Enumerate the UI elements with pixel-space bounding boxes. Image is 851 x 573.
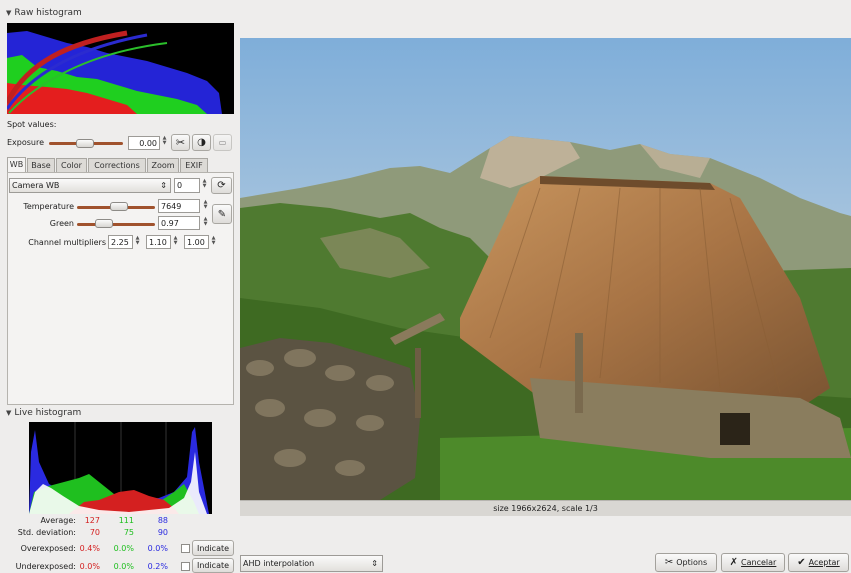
underexposed-indicate-checkbox[interactable] [181,562,190,571]
temperature-field[interactable]: 7649 [158,199,200,213]
overexposed-red: 0.4% [79,544,100,553]
green-field[interactable]: 0.97 [158,216,200,230]
tab-corrections[interactable]: Corrections [88,158,146,172]
stddev-label: Std. deviation: [17,528,76,537]
live-histogram-header[interactable]: ▼ Live histogram [6,408,81,418]
wb-preset-spin[interactable]: ▲ ▼ [201,179,208,189]
tab-zoom[interactable]: Zoom [147,158,179,172]
multiplier-blue-field[interactable]: 1.00 [184,235,209,249]
overexposed-blue: 0.0% [147,544,168,553]
combo-arrows-icon: ⇕ [371,559,378,568]
wb-preset-combo[interactable]: Camera WB ⇕ [9,178,171,193]
wb-preset-value: Camera WB [12,181,60,190]
stddev-green: 75 [123,528,134,537]
exposure-spin[interactable]: ▲ ▼ [161,136,168,146]
eyedropper-icon: ✎ [217,208,227,220]
accept-label: Aceptar [808,558,840,567]
raw-histogram-header[interactable]: ▼ Raw histogram [6,8,82,18]
stddev-blue: 90 [157,528,168,537]
tab-base[interactable]: Base [27,158,55,172]
underexposed-label: Underexposed: [15,562,76,571]
multiplier-green-field[interactable]: 1.10 [146,235,171,249]
combo-arrows-icon: ⇕ [160,181,167,190]
cancel-icon: ✗ [729,557,739,568]
exposure-label: Exposure [7,138,45,147]
refresh-icon: ⟳ [217,180,226,191]
temperature-spin[interactable]: ▲ ▼ [202,200,209,210]
cancel-button[interactable]: ✗ Cancelar [721,553,785,572]
wb-refresh-button[interactable]: ⟳ [211,177,232,194]
multiplier-blue-spin[interactable]: ▲ ▼ [210,236,217,246]
overexposed-green: 0.0% [113,544,134,553]
image-preview[interactable] [240,38,851,500]
temperature-slider-knob[interactable] [110,202,128,211]
underexposed-red: 0.0% [79,562,100,571]
average-blue: 88 [157,516,168,525]
underexposed-blue: 0.2% [147,562,168,571]
exposure-slider-knob[interactable] [76,139,94,148]
expander-down-icon: ▼ [6,409,12,417]
underexposed-green: 0.0% [113,562,134,571]
live-histogram-title: Live histogram [14,408,82,418]
multiplier-red-field[interactable]: 2.25 [108,235,133,249]
wb-picker-button[interactable]: ✎ [212,204,232,224]
interpolation-combo[interactable]: AHD interpolation ⇕ [240,555,383,572]
exposure-extra-button[interactable]: ▭ [213,134,232,151]
adjust-icon: ◑ [197,137,206,148]
temperature-label: Temperature [23,202,74,211]
accept-button[interactable]: ✔ Aceptar [788,553,849,572]
average-red: 127 [84,516,100,525]
overexposed-indicate-button[interactable]: Indicate [192,540,234,556]
image-size-scale: size 1966x2624, scale 1/3 [493,504,598,513]
average-green: 111 [118,516,134,525]
green-label: Green [49,219,74,228]
raw-histogram-title: Raw histogram [14,8,82,18]
green-spin[interactable]: ▲ ▼ [202,217,209,227]
image-status-bar: size 1966x2624, scale 1/3 [240,500,851,516]
options-button[interactable]: ✂ Options [655,553,717,572]
interpolation-value: AHD interpolation [243,559,315,568]
green-slider-knob[interactable] [95,219,113,228]
indicate-label: Indicate [196,561,230,570]
multiplier-red-spin[interactable]: ▲ ▼ [134,236,141,246]
stddev-red: 70 [89,528,100,537]
overexposed-indicate-checkbox[interactable] [181,544,190,553]
exposure-reset-button[interactable]: ✂ [171,134,190,151]
expander-down-icon: ▼ [6,9,12,17]
tools-icon: ✂ [664,557,674,568]
tab-exif[interactable]: EXIF [180,158,208,172]
average-label: Average: [40,516,76,525]
auto-exposure-button[interactable]: ◑ [192,134,211,151]
tab-wb[interactable]: WB [7,157,26,172]
channel-multipliers-label: Channel multipliers [28,238,106,247]
tab-color[interactable]: Color [56,158,87,172]
options-label: Options [676,558,708,567]
accept-icon: ✔ [797,557,806,568]
indicate-label: Indicate [196,543,230,553]
spot-values-label: Spot values: [7,120,57,129]
wb-preset-number[interactable]: 0 [174,178,200,193]
raw-histogram [7,23,234,114]
scissors-icon: ✂ [175,136,186,149]
green-slider-track[interactable] [77,223,155,226]
multiplier-green-spin[interactable]: ▲ ▼ [172,236,179,246]
underexposed-indicate-button[interactable]: Indicate [192,558,234,573]
overexposed-label: Overexposed: [20,544,76,553]
live-histogram [29,422,212,514]
cancel-label: Cancelar [741,558,777,567]
lock-icon: ▭ [218,138,227,147]
exposure-value-field[interactable]: 0.00 [128,136,160,150]
